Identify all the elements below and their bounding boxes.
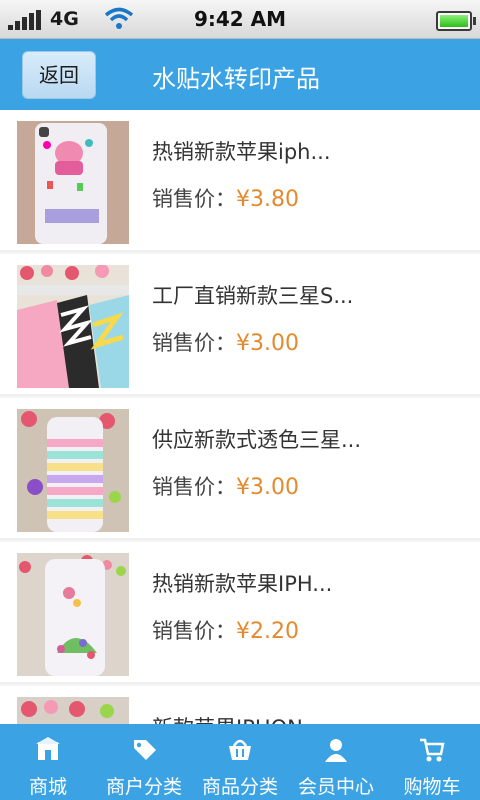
nav-label: 会员中心 — [297, 776, 374, 798]
page-title: 水贴水转印产品 — [152, 65, 320, 93]
product-item[interactable]: 工厂直销新款三星S... 销售价：¥3.00 — [0, 254, 480, 396]
product-image — [17, 265, 129, 388]
battery-icon — [436, 11, 476, 31]
price-value: ¥3.00 — [236, 331, 299, 356]
price-row: 销售价：¥3.00 — [152, 327, 299, 357]
price-value: ¥3.00 — [236, 475, 299, 500]
product-item[interactable]: 热销新款苹果IPH... 销售价：¥2.20 — [0, 542, 480, 684]
basket-icon — [229, 739, 251, 760]
product-item[interactable]: 热销新款苹果iph... 销售价：¥3.80 — [0, 110, 480, 252]
back-button[interactable]: 返回 — [22, 51, 96, 99]
bottom-nav: 商城 商户分类 商品分类 会员中心 购物车 — [0, 724, 480, 800]
price-label: 销售价： — [152, 475, 236, 499]
product-image — [17, 409, 129, 532]
nav-item-mall[interactable]: 商城 — [0, 724, 96, 800]
tag-icon — [134, 740, 156, 760]
product-item[interactable]: 新款苹果IPHON... — [0, 686, 480, 724]
price-value: ¥2.20 — [236, 619, 299, 644]
product-list[interactable]: 热销新款苹果iph... 销售价：¥3.80 工厂直销新款三星S... 销售价：… — [0, 110, 480, 724]
nav-item-merchant-category[interactable]: 商户分类 — [96, 724, 192, 800]
nav-item-member-center[interactable]: 会员中心 — [288, 724, 384, 800]
price-value: ¥3.80 — [236, 187, 299, 212]
nav-label: 购物车 — [403, 776, 461, 798]
price-row: 销售价：¥2.20 — [152, 615, 299, 645]
home-icon — [36, 737, 60, 760]
app-header: 返回 水贴水转印产品 — [0, 39, 480, 110]
product-image — [17, 121, 129, 244]
user-icon — [325, 739, 347, 762]
price-row: 销售价：¥3.00 — [152, 471, 299, 501]
product-name: 新款苹果IPHON... — [152, 712, 323, 724]
product-image — [17, 697, 129, 724]
nav-item-cart[interactable]: 购物车 — [384, 724, 480, 800]
price-row: 销售价：¥3.80 — [152, 183, 299, 213]
cart-icon — [420, 738, 445, 762]
clock: 9:42 AM — [193, 7, 287, 31]
product-image — [17, 553, 129, 676]
product-name: 热销新款苹果IPH... — [152, 572, 333, 596]
price-label: 销售价： — [152, 331, 236, 355]
price-label: 销售价： — [152, 187, 236, 211]
nav-label: 商户分类 — [105, 776, 182, 798]
nav-label: 商城 — [28, 776, 67, 798]
status-bar: 4G 9:42 AM — [0, 0, 480, 39]
product-name: 工厂直销新款三星S... — [152, 284, 354, 308]
product-name: 热销新款苹果iph... — [152, 140, 331, 164]
nav-item-product-category[interactable]: 商品分类 — [192, 724, 288, 800]
price-label: 销售价： — [152, 619, 236, 643]
nav-label: 商品分类 — [201, 776, 278, 798]
product-name: 供应新款式透色三星... — [152, 428, 362, 452]
product-item[interactable]: 供应新款式透色三星... 销售价：¥3.00 — [0, 398, 480, 540]
